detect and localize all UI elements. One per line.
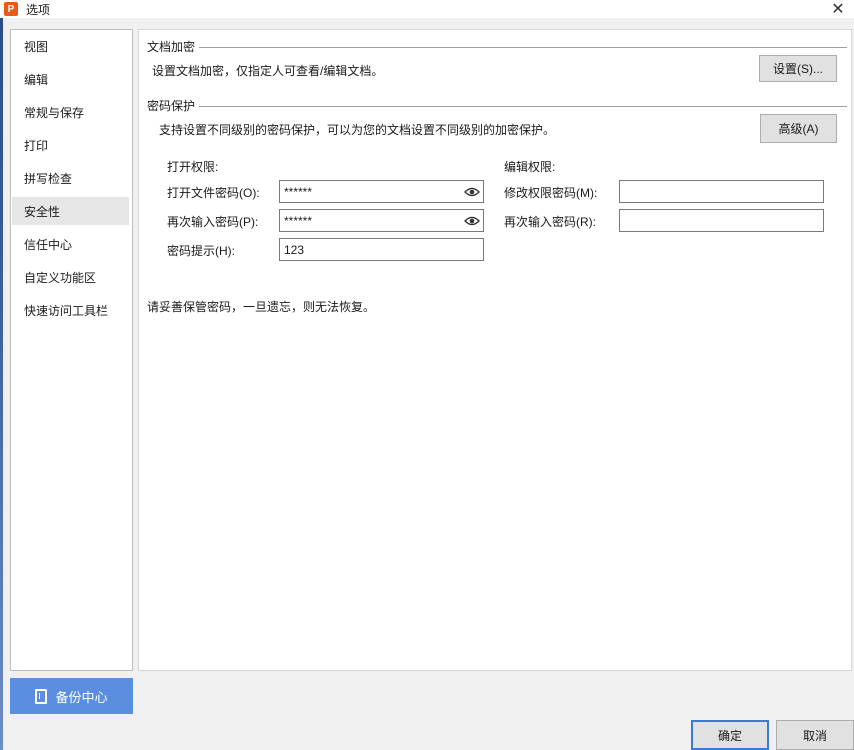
edit-permission-heading: 编辑权限: [504, 160, 556, 174]
confirm-open-password-label: 再次输入密码(P): [167, 215, 259, 229]
backup-center-label: 备份中心 [55, 689, 108, 705]
sidebar-item-security[interactable]: 安全性 [12, 197, 129, 225]
password-protection-description: 支持设置不同级别的密码保护，可以为您的文档设置不同级别的加密保护。 [159, 123, 556, 137]
section-divider [199, 47, 847, 48]
password-hint-value: 123 [284, 242, 305, 257]
open-password-field[interactable]: ****** [279, 180, 484, 203]
sidebar-item-spell-check[interactable]: 拼写检查 [12, 164, 129, 192]
close-icon[interactable]: ✕ [828, 0, 848, 18]
sidebar-item-customize-ribbon[interactable]: 自定义功能区 [12, 263, 129, 291]
sidebar-item-print[interactable]: 打印 [12, 131, 129, 159]
sidebar-item-quick-access-toolbar[interactable]: 快速访问工具栏 [12, 296, 129, 324]
encryption-section-header: 文档加密 [147, 38, 847, 55]
eye-icon[interactable] [464, 185, 480, 199]
sidebar-item-view[interactable]: 视图 [12, 32, 129, 60]
open-password-label: 打开文件密码(O): [167, 186, 260, 200]
password-section-header: 密码保护 [147, 97, 847, 114]
window-title: 选项 [26, 2, 51, 17]
modify-password-field[interactable] [619, 180, 824, 203]
cancel-button[interactable]: 取消 [776, 720, 854, 750]
main-panel: 文档加密 设置文档加密，仅指定人可查看/编辑文档。 设置(S)... 密码保护 … [138, 29, 852, 671]
password-hint-field[interactable]: 123 [279, 238, 484, 261]
backup-icon [35, 688, 48, 704]
section-divider [199, 106, 847, 107]
ok-button[interactable]: 确定 [691, 720, 769, 750]
backup-center-button[interactable]: 备份中心 [10, 678, 133, 714]
title-bar: P 选项 ✕ [0, 0, 854, 18]
password-protection-heading: 密码保护 [147, 99, 196, 113]
sidebar-item-trust-center[interactable]: 信任中心 [12, 230, 129, 258]
confirm-modify-password-field[interactable] [619, 209, 824, 232]
sidebar-item-general-save[interactable]: 常规与保存 [12, 98, 129, 126]
password-hint-label: 密码提示(H): [167, 244, 235, 258]
sidebar-item-edit[interactable]: 编辑 [12, 65, 129, 93]
modify-password-label: 修改权限密码(M): [504, 186, 598, 200]
encryption-heading: 文档加密 [147, 40, 196, 54]
advanced-button[interactable]: 高级(A) [760, 114, 837, 143]
open-permission-heading: 打开权限: [167, 160, 219, 174]
app-icon: P [4, 2, 18, 16]
confirm-modify-password-label: 再次输入密码(R): [504, 215, 596, 229]
confirm-open-password-value: ****** [284, 213, 313, 228]
password-warning: 请妥善保管密码，一旦遗忘，则无法恢复。 [147, 300, 376, 314]
confirm-open-password-field[interactable]: ****** [279, 209, 484, 232]
background-edge [0, 18, 3, 750]
encryption-description: 设置文档加密，仅指定人可查看/编辑文档。 [152, 64, 384, 78]
sidebar: 视图 编辑 常规与保存 打印 拼写检查 安全性 信任中心 自定义功能区 快速访问… [10, 29, 133, 671]
open-password-value: ****** [284, 184, 313, 199]
eye-icon[interactable] [464, 214, 480, 228]
encryption-settings-button[interactable]: 设置(S)... [759, 55, 837, 82]
